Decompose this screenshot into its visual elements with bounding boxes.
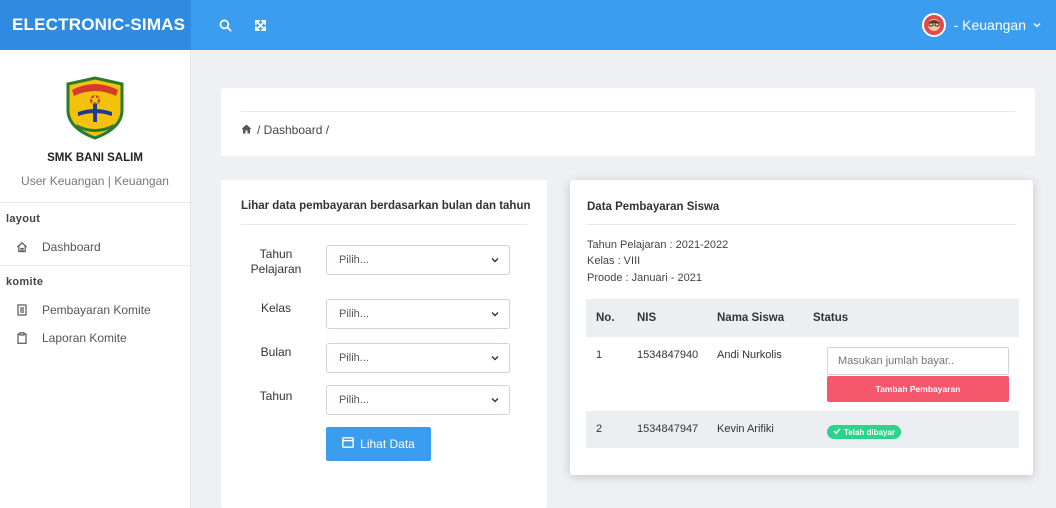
topbar: ELECTRONIC-SIMAS - Keuangan: [0, 0, 1056, 50]
select-value: Pilih...: [339, 254, 369, 266]
table-header: No. NIS Nama Siswa Status: [586, 299, 1019, 337]
button-label: Lihat Data: [360, 437, 415, 451]
fullscreen-icon[interactable]: [254, 19, 267, 32]
cell-nama: Andi Nurkolis: [717, 349, 782, 361]
school-name: SMK BANI SALIM: [47, 152, 143, 164]
amount-input[interactable]: [827, 347, 1009, 375]
chevron-down-icon: [490, 255, 500, 268]
select-value: Pilih...: [339, 308, 369, 320]
status-badge: Telah dibayar: [827, 425, 901, 439]
cell-nis: 1534847940: [637, 349, 699, 361]
select-value: Pilih...: [339, 352, 369, 364]
sidebar-item-dashboard[interactable]: Dashboard: [0, 233, 190, 261]
info-kelas: Kelas : VIII: [587, 255, 641, 267]
sidebar-item-label: Dashboard: [42, 240, 101, 254]
divider: [241, 224, 527, 225]
sidebar-item-laporan-komite[interactable]: Laporan Komite: [0, 324, 190, 352]
select-value: Pilih...: [339, 394, 369, 406]
col-nis: NIS: [637, 312, 657, 324]
sidebar-item-pembayaran-komite[interactable]: Pembayaran Komite: [0, 296, 190, 324]
filter-card: Lihar data pembayaran berdasarkan bulan …: [221, 180, 547, 508]
divider: [587, 224, 1016, 225]
clipboard-icon: [16, 332, 30, 344]
search-icon[interactable]: [219, 19, 232, 32]
filter-title: Lihar data pembayaran berdasarkan bulan …: [241, 200, 531, 212]
sidebar-item-label: Laporan Komite: [42, 331, 127, 345]
section-layout: layout: [6, 213, 41, 225]
sidebar: SMK BANI SALIM User Keuangan | Keuangan …: [0, 50, 191, 508]
breadcrumb-text[interactable]: / Dashboard /: [257, 123, 329, 137]
col-nama: Nama Siswa: [717, 312, 785, 324]
window-icon: [342, 437, 355, 451]
payment-data-card: Data Pembayaran Siswa Tahun Pelajaran : …: [570, 180, 1033, 475]
select-kelas[interactable]: Pilih...: [326, 299, 510, 329]
col-no: No.: [596, 312, 615, 324]
sidebar-item-label: Pembayaran Komite: [42, 303, 151, 317]
cell-nis: 1534847947: [637, 423, 699, 435]
chevron-down-icon: [490, 353, 500, 366]
label-tahun-pelajaran: Tahun Pelajaran: [250, 247, 302, 276]
chevron-down-icon: [490, 395, 500, 408]
divider: [241, 111, 1015, 112]
label-tahun: Tahun: [259, 389, 293, 403]
badge-label: Telah dibayar: [844, 427, 895, 437]
chevron-down-icon: [1032, 17, 1042, 33]
user-menu[interactable]: - Keuangan: [921, 0, 1042, 50]
chevron-down-icon: [490, 309, 500, 322]
home-icon: [16, 241, 30, 253]
select-bulan[interactable]: Pilih...: [326, 343, 510, 373]
school-logo: [0, 50, 190, 140]
cell-no: 1: [596, 349, 603, 361]
breadcrumb-card: / Dashboard /: [221, 88, 1035, 156]
check-icon: [833, 427, 841, 437]
breadcrumb: / Dashboard /: [241, 123, 329, 137]
label-bulan: Bulan: [260, 345, 292, 359]
lihat-data-button[interactable]: Lihat Data: [326, 427, 431, 461]
user-label: - Keuangan: [953, 17, 1026, 33]
cell-no: 2: [596, 423, 603, 435]
receipt-icon: [16, 304, 30, 316]
home-icon[interactable]: [241, 123, 252, 137]
info-tahun: Tahun Pelajaran : 2021-2022: [587, 239, 729, 251]
label-kelas: Kelas: [260, 301, 292, 315]
select-tahun-pelajaran[interactable]: Pilih...: [326, 245, 510, 275]
avatar: [921, 13, 946, 37]
select-tahun[interactable]: Pilih...: [326, 385, 510, 415]
col-status: Status: [813, 312, 849, 324]
cell-nama: Kevin Arifiki: [717, 423, 774, 435]
user-role: User Keuangan | Keuangan: [0, 174, 190, 203]
section-komite: komite: [6, 276, 44, 288]
app-brand[interactable]: ELECTRONIC-SIMAS: [0, 0, 191, 50]
payment-title: Data Pembayaran Siswa: [587, 201, 720, 213]
tambah-pembayaran-button[interactable]: Tambah Pembayaran: [827, 376, 1009, 402]
info-periode: Proode : Januari - 2021: [587, 272, 702, 284]
